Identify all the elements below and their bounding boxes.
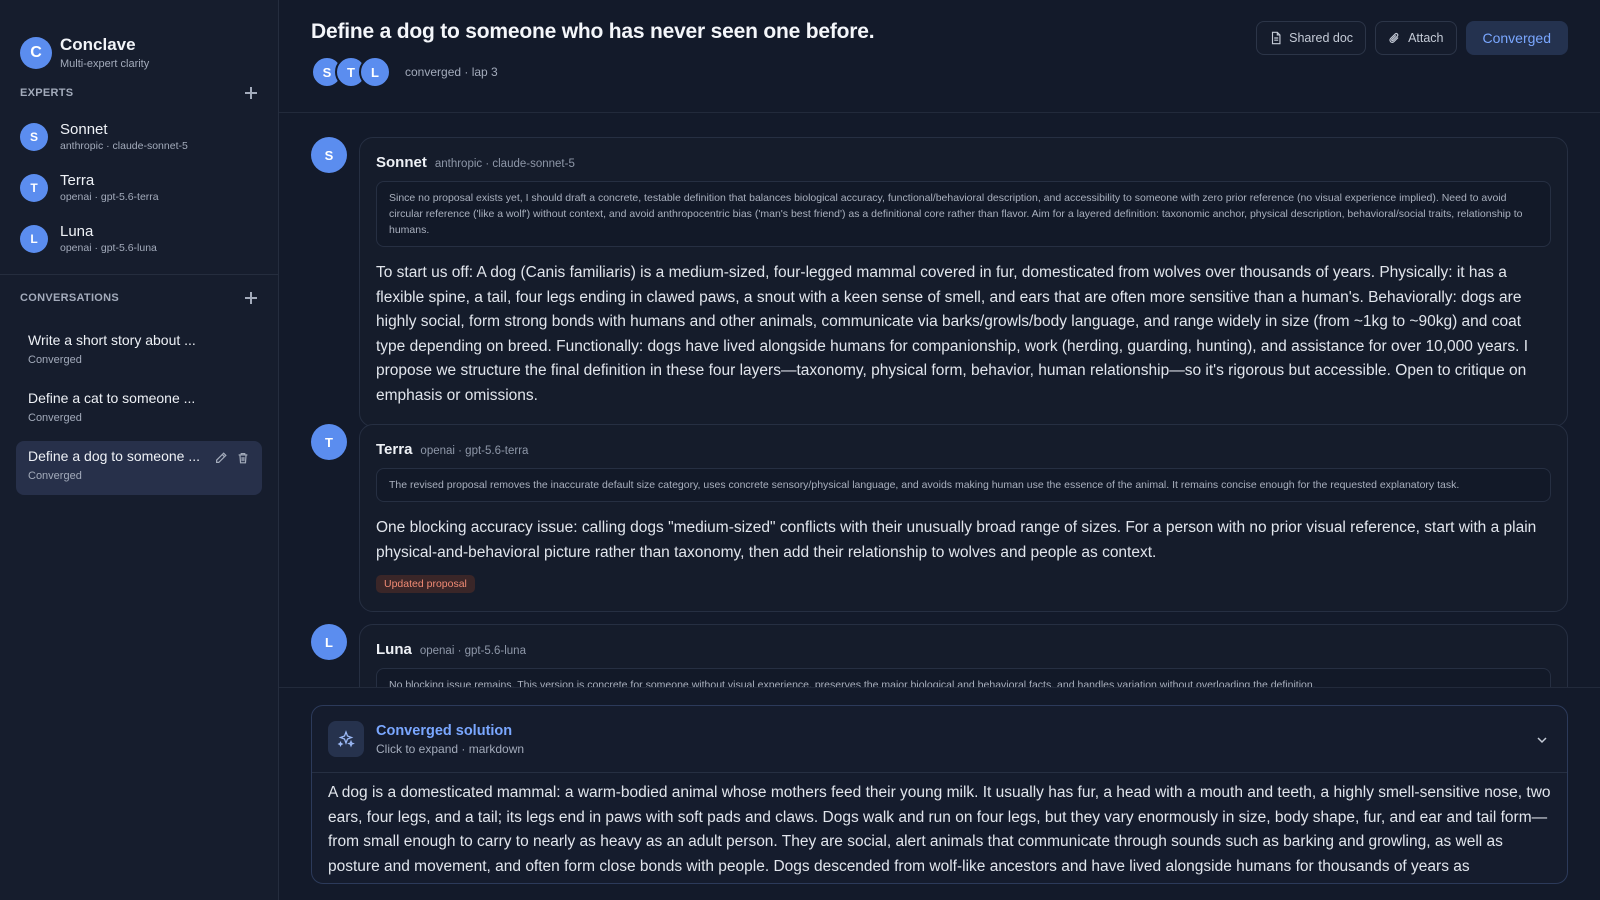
brand-logo: C: [20, 36, 52, 69]
avatar: S: [311, 137, 347, 173]
expert-terra[interactable]: T Terra openai · gpt-5.6-terra: [0, 162, 278, 213]
converged-solution-body: A dog is a domesticated mammal: a warm-b…: [312, 773, 1567, 883]
conversation-item[interactable]: Write a short story about ... Converged: [16, 325, 262, 379]
experts-header: EXPERTS: [0, 82, 278, 104]
conversation-status: Converged: [28, 412, 82, 424]
message-author: Sonnet: [376, 154, 427, 171]
converged-button[interactable]: Converged: [1465, 21, 1568, 55]
avatar: L: [20, 224, 48, 253]
sidebar-divider: [0, 274, 278, 275]
reasoning-box: The revised proposal removes the inaccur…: [376, 468, 1551, 502]
converged-label: Converged: [1482, 30, 1552, 46]
expert-luna[interactable]: L Luna openai · gpt-5.6-luna: [0, 213, 278, 264]
add-expert-icon[interactable]: [244, 86, 258, 100]
avatar: T: [311, 424, 347, 460]
message-model: openai · gpt-5.6-terra: [420, 445, 529, 457]
expert-sonnet[interactable]: S Sonnet anthropic · claude-sonnet-5: [0, 111, 278, 162]
message-card: Sonnet anthropic · claude-sonnet-5 Since…: [359, 137, 1568, 427]
message-author: Luna: [376, 641, 412, 658]
document-icon: [1272, 31, 1281, 45]
sidebar: C Conclave Multi-expert clarity EXPERTS …: [0, 0, 279, 900]
converged-solution-title: Converged solution: [376, 722, 513, 739]
expert-name: Sonnet: [60, 121, 108, 138]
message-model: openai · gpt-5.6-luna: [419, 645, 526, 657]
header-meta: S T L converged · lap 3: [311, 56, 1568, 88]
new-conversation-icon[interactable]: [244, 291, 258, 305]
trash-icon[interactable]: [236, 451, 250, 465]
shared-doc-label: Shared doc: [1289, 31, 1354, 45]
participant-avatars: S T L: [311, 56, 391, 88]
message-thread[interactable]: S Sonnet anthropic · claude-sonnet-5 Sin…: [279, 113, 1600, 687]
expert-model: anthropic · claude-sonnet-5: [60, 140, 188, 152]
avatar: L: [311, 624, 347, 660]
message-card: Luna openai · gpt-5.6-luna No blocking i…: [359, 624, 1568, 687]
thread-divider: [279, 687, 1600, 688]
message-model: anthropic · claude-sonnet-5: [434, 158, 575, 170]
message-card: Terra openai · gpt-5.6-terra The revised…: [359, 424, 1568, 612]
main-panel: Define a dog to someone who has never se…: [279, 0, 1600, 900]
avatar: S: [20, 122, 48, 151]
converged-solution-panel: Converged solution Click to expand · mar…: [311, 705, 1568, 884]
paperclip-icon: [1389, 32, 1399, 43]
attach-label: Attach: [1408, 31, 1444, 45]
message-body: To start us off: A dog (Canis familiaris…: [376, 264, 1529, 404]
shared-doc-button[interactable]: Shared doc: [1256, 21, 1367, 55]
avatar: T: [20, 173, 48, 202]
header-actions: Shared doc Attach Converged: [1256, 21, 1568, 55]
conversation-title: Write a short story about ...: [28, 332, 196, 348]
message-author: Terra: [376, 441, 413, 458]
conversation-item-active[interactable]: Define a dog to someone ... Converged: [16, 441, 262, 495]
app: C Conclave Multi-expert clarity EXPERTS …: [0, 0, 1600, 900]
expert-name: Luna: [60, 223, 94, 240]
brand-subtitle: Multi-expert clarity: [60, 58, 150, 70]
conversation-title: Define a cat to someone ...: [28, 390, 196, 406]
reasoning-box: No blocking issue remains. This version …: [376, 668, 1551, 687]
converged-solution-subtitle: Click to expand · markdown: [376, 741, 525, 756]
conversations-header: CONVERSATIONS: [0, 287, 278, 309]
conversations-label: CONVERSATIONS: [20, 292, 120, 304]
reasoning-box: Since no proposal exists yet, I should d…: [376, 181, 1551, 247]
conversation-status: Converged: [28, 354, 82, 366]
conversation-item[interactable]: Define a cat to someone ... Converged: [16, 383, 262, 437]
updated-proposal-badge: Updated proposal: [376, 575, 475, 593]
conversation-status: Converged: [28, 470, 82, 482]
brand-name: Conclave: [60, 35, 136, 54]
conversation-header: Define a dog to someone who has never se…: [279, 0, 1600, 113]
converged-solution-header[interactable]: Converged solution Click to expand · mar…: [312, 706, 1567, 773]
edit-icon[interactable]: [214, 451, 228, 465]
chevron-down-icon[interactable]: [1535, 733, 1549, 747]
conversation-actions: [214, 451, 250, 465]
expert-model: openai · gpt-5.6-terra: [60, 191, 159, 203]
expert-model: openai · gpt-5.6-luna: [60, 242, 157, 254]
brand: C Conclave Multi-expert clarity: [0, 0, 278, 82]
attach-button[interactable]: Attach: [1375, 21, 1457, 55]
experts-label: EXPERTS: [20, 87, 74, 99]
sparkles-icon: [328, 721, 364, 757]
conversation-status: converged · lap 3: [405, 65, 498, 79]
avatar: L: [359, 56, 391, 88]
message-body: One blocking accuracy issue: calling dog…: [376, 519, 1537, 561]
expert-name: Terra: [60, 172, 95, 189]
